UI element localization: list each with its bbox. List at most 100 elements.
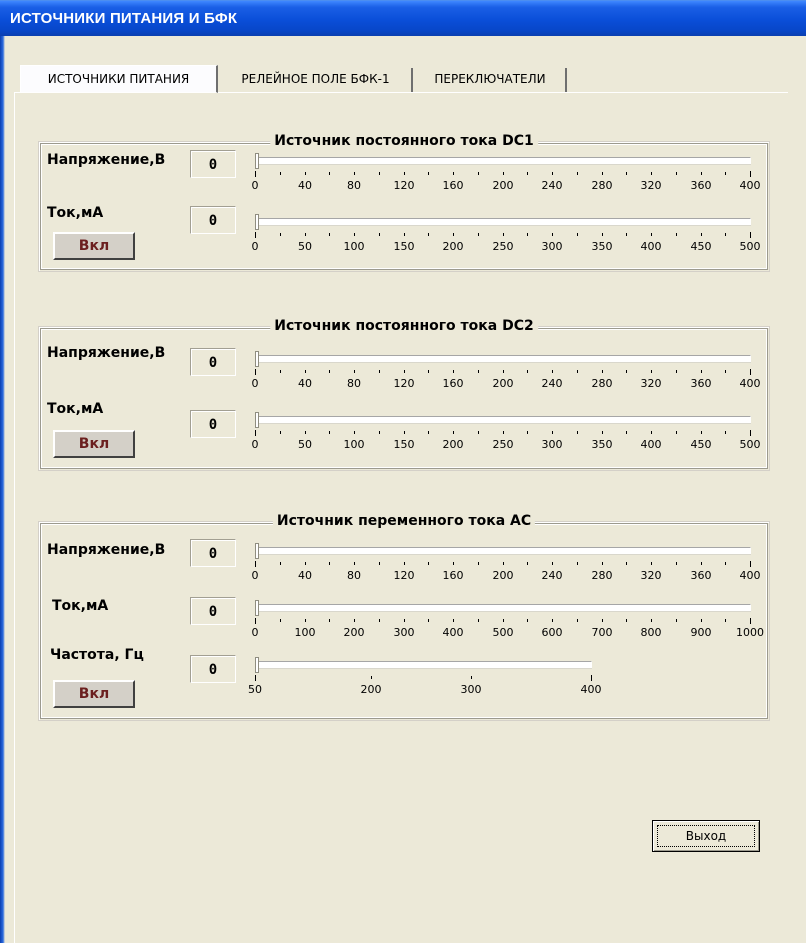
group-dc1-title: Источник постоянного тока DC1 (270, 133, 538, 149)
slider-track[interactable] (255, 547, 751, 554)
ac-current-value: 0 (190, 597, 236, 625)
slider-tick (750, 561, 751, 567)
slider-scale-label: 300 (393, 626, 415, 639)
slider-track[interactable] (255, 355, 751, 362)
slider-scale-label: 200 (343, 626, 365, 639)
slider-tick (453, 562, 454, 565)
slider-tick (651, 431, 652, 434)
slider-tick (503, 172, 504, 175)
slider-track[interactable] (255, 661, 592, 668)
ac-current-slider[interactable]: 0 100 200 300 400 500 600 700 800 900 1000 (252, 600, 764, 639)
slider-scale-label: 200 (442, 438, 464, 451)
slider-thumb[interactable] (255, 600, 259, 616)
slider-scale-label: 240 (541, 569, 563, 582)
slider-scale-label: 50 (298, 240, 312, 253)
slider-tick (676, 431, 677, 434)
ac-voltage-slider[interactable]: 0 40 80 120 160 200 240 280 320 360 400 (252, 543, 761, 582)
dc2-current-slider[interactable]: 0 50 100 150 200 250 300 350 400 450 500 (252, 412, 761, 451)
tab-power-sources[interactable]: ИСТОЧНИКИ ПИТАНИЯ (20, 65, 218, 93)
slider-tick (404, 233, 405, 236)
slider-tick (379, 431, 380, 434)
slider-tick (379, 619, 380, 622)
slider-tick (354, 370, 355, 373)
slider-tick (527, 172, 528, 175)
slider-scale-label: 0 (251, 179, 259, 192)
slider-scale-label: 450 (690, 438, 712, 451)
slider-thumb[interactable] (255, 153, 259, 169)
ac-voltage-label: Напряжение,В (47, 542, 166, 558)
slider-tick (255, 675, 256, 681)
slider-tick (305, 619, 306, 622)
dc1-voltage-slider[interactable]: 0 40 80 120 160 200 240 280 320 360 400 (251, 153, 761, 192)
exit-button[interactable]: Выход (652, 820, 760, 852)
tab-switches[interactable]: ПЕРЕКЛЮЧАТЕЛИ (415, 68, 567, 92)
slider-tick (602, 233, 603, 236)
slider-tick (280, 619, 281, 622)
slider-tick (725, 233, 726, 236)
slider-scale-label: 160 (442, 179, 464, 192)
group-ac-title: Источник переменного тока АС (272, 513, 536, 529)
slider-scale-label: 500 (739, 438, 761, 451)
slider-scale-label: 400 (640, 438, 662, 451)
slider-scale-label: 1000 (736, 626, 764, 639)
slider-scale-label: 80 (347, 377, 361, 390)
slider-tick (626, 619, 627, 622)
slider-track[interactable] (255, 218, 751, 225)
slider-tick (552, 233, 553, 236)
slider-tick (428, 431, 429, 434)
slider-track[interactable] (255, 604, 751, 611)
slider-thumb[interactable] (255, 214, 259, 230)
slider-tick (577, 562, 578, 565)
slider-scale-label: 350 (591, 438, 613, 451)
slider-scale-label: 600 (541, 626, 563, 639)
dc2-voltage-slider[interactable]: 0 40 80 120 160 200 240 280 320 360 400 (252, 351, 761, 390)
slider-tick (255, 561, 256, 567)
slider-tick (626, 562, 627, 565)
ac-frequency-label: Частота, Гц (50, 647, 144, 663)
slider-tick (676, 619, 677, 622)
slider-thumb[interactable] (255, 412, 259, 428)
slider-tick (676, 233, 677, 236)
slider-tick (701, 619, 702, 622)
slider-scale-label: 150 (393, 240, 415, 253)
slider-scale-label: 450 (690, 240, 712, 253)
dc1-on-button[interactable]: Вкл (53, 232, 135, 260)
slider-scale-label: 300 (460, 683, 482, 696)
slider-tick (280, 562, 281, 565)
slider-tick (552, 562, 553, 565)
slider-tick (725, 172, 726, 175)
slider-tick (280, 431, 281, 434)
slider-thumb[interactable] (255, 351, 259, 367)
slider-track[interactable] (255, 416, 751, 423)
slider-track[interactable] (255, 157, 751, 164)
slider-tick (602, 619, 603, 622)
slider-tick (527, 619, 528, 622)
slider-scale-label: 40 (298, 377, 312, 390)
slider-thumb[interactable] (255, 657, 259, 673)
slider-tick (354, 619, 355, 622)
ac-on-button[interactable]: Вкл (53, 680, 135, 708)
slider-tick (329, 233, 330, 236)
dc1-current-slider[interactable]: 0 50 100 150 200 250 300 350 400 450 500 (252, 214, 761, 253)
slider-tick (725, 370, 726, 373)
slider-tick (305, 431, 306, 434)
ac-frequency-value: 0 (190, 655, 236, 683)
slider-tick (471, 676, 472, 679)
dc2-current-value: 0 (190, 410, 236, 438)
tab-relay-field[interactable]: РЕЛЕЙНОЕ ПОЛЕ БФК-1 (220, 68, 413, 92)
window-titlebar[interactable]: ИСТОЧНИКИ ПИТАНИЯ И БФК (0, 0, 806, 36)
slider-tick (478, 431, 479, 434)
slider-tick (255, 171, 256, 177)
slider-tick (651, 233, 652, 236)
slider-tick (577, 370, 578, 373)
slider-tick (676, 370, 677, 373)
slider-scale-label: 200 (492, 569, 514, 582)
ac-frequency-slider[interactable]: 50 200 300 400 (248, 657, 602, 696)
slider-scale-label: 240 (541, 179, 563, 192)
slider-tick (371, 676, 372, 679)
slider-tick (676, 562, 677, 565)
slider-tick (750, 171, 751, 177)
slider-thumb[interactable] (255, 543, 259, 559)
dc2-on-button[interactable]: Вкл (53, 430, 135, 458)
slider-tick (453, 431, 454, 434)
